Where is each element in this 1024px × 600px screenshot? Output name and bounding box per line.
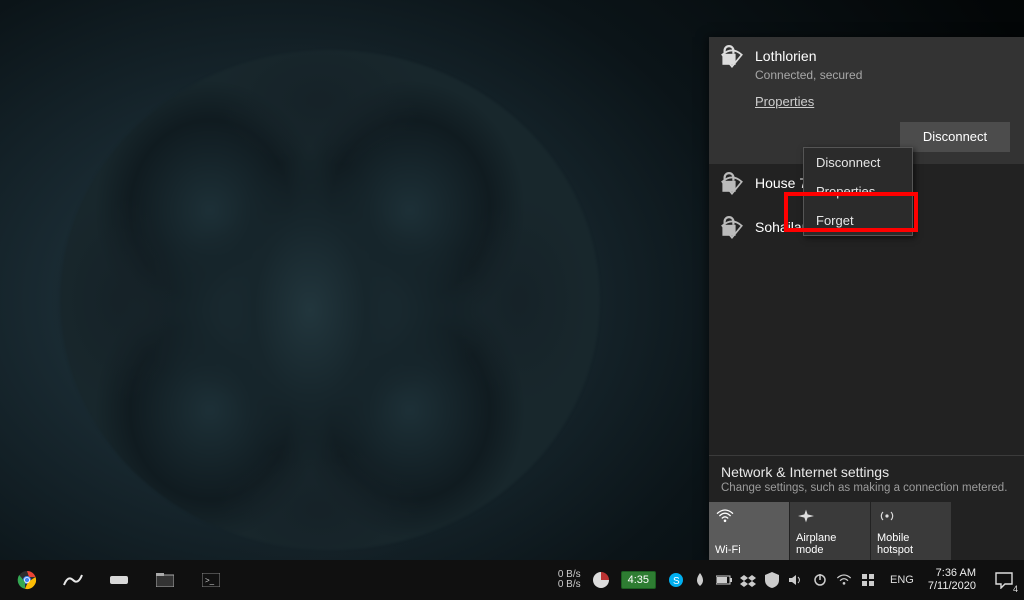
action-center-icon[interactable]: 4 bbox=[984, 560, 1024, 600]
wifi-icon bbox=[715, 508, 783, 528]
wifi-tray-icon[interactable] bbox=[836, 572, 852, 588]
droplet-icon[interactable] bbox=[692, 572, 708, 588]
tile-label: Mobile hotspot bbox=[877, 532, 945, 556]
system-tray: 4:35 S bbox=[585, 571, 884, 589]
file-explorer-icon[interactable] bbox=[144, 560, 186, 600]
taskbar-app-icon[interactable] bbox=[98, 560, 140, 600]
context-disconnect[interactable]: Disconnect bbox=[804, 148, 912, 177]
footer-subtext: Change settings, such as making a connec… bbox=[709, 482, 1024, 502]
tile-label: Wi-Fi bbox=[715, 544, 783, 556]
hotspot-icon bbox=[877, 508, 945, 528]
shield-icon[interactable] bbox=[764, 572, 780, 588]
airplane-icon bbox=[796, 508, 864, 528]
tile-wifi[interactable]: Wi-Fi bbox=[709, 502, 789, 560]
network-flyout: Lothlorien Connected, secured Properties… bbox=[709, 37, 1024, 560]
net-speed-down: 0 B/s bbox=[558, 580, 581, 591]
clock-time: 7:36 AM bbox=[928, 567, 976, 580]
clock[interactable]: 7:36 AM 7/11/2020 bbox=[920, 567, 984, 592]
battery-icon[interactable] bbox=[716, 572, 732, 588]
power-icon[interactable] bbox=[812, 572, 828, 588]
context-forget[interactable]: Forget bbox=[804, 206, 912, 235]
clock-date: 7/11/2020 bbox=[928, 580, 976, 593]
wifi-secured-icon bbox=[719, 218, 745, 242]
taskbar-app-icon[interactable] bbox=[52, 560, 94, 600]
tile-airplane[interactable]: Airplane mode bbox=[790, 502, 870, 560]
network-list: Lothlorien Connected, secured Properties… bbox=[709, 37, 1024, 455]
properties-link[interactable]: Properties bbox=[755, 93, 814, 111]
volume-icon[interactable] bbox=[788, 572, 804, 588]
terminal-icon[interactable]: >_ bbox=[190, 560, 232, 600]
tile-hotspot[interactable]: Mobile hotspot bbox=[871, 502, 951, 560]
flyout-footer: Network & Internet settings Change setti… bbox=[709, 455, 1024, 560]
dropbox-icon[interactable] bbox=[740, 572, 756, 588]
chrome-icon[interactable] bbox=[6, 560, 48, 600]
taskbar: >_ 0 B/s 0 B/s 4:35 S ENG 7:36 AM 7/11/2… bbox=[0, 560, 1024, 600]
skype-icon[interactable]: S bbox=[668, 572, 684, 588]
disconnect-button[interactable]: Disconnect bbox=[900, 122, 1010, 152]
language-indicator[interactable]: ENG bbox=[884, 574, 920, 586]
svg-text:S: S bbox=[673, 576, 680, 587]
tile-label: Airplane mode bbox=[796, 532, 864, 556]
context-properties[interactable]: Properties bbox=[804, 177, 912, 206]
wifi-secured-icon bbox=[719, 174, 745, 198]
net-speed-indicator[interactable]: 0 B/s 0 B/s bbox=[558, 570, 585, 591]
network-item-lothlorien[interactable]: Lothlorien Connected, secured Properties bbox=[709, 37, 1024, 122]
taskbar-left: >_ bbox=[0, 560, 232, 600]
action-center-count: 4 bbox=[1013, 584, 1018, 594]
network-context-menu: Disconnect Properties Forget bbox=[803, 147, 913, 236]
footer-heading[interactable]: Network & Internet settings bbox=[709, 456, 1024, 482]
taskbar-right: 0 B/s 0 B/s 4:35 S ENG 7:36 AM 7/11/2020… bbox=[558, 560, 1024, 600]
network-status: Connected, secured bbox=[755, 67, 1012, 84]
updates-icon[interactable] bbox=[860, 572, 876, 588]
timer-widget[interactable]: 4:35 bbox=[621, 571, 656, 589]
svg-text:>_: >_ bbox=[205, 576, 215, 585]
pie-usage-icon[interactable] bbox=[593, 572, 609, 588]
wifi-secured-icon bbox=[719, 47, 745, 71]
quick-tiles: Wi-Fi Airplane mode Mobile hotspot bbox=[709, 502, 1024, 560]
network-name: Lothlorien bbox=[755, 47, 1012, 67]
